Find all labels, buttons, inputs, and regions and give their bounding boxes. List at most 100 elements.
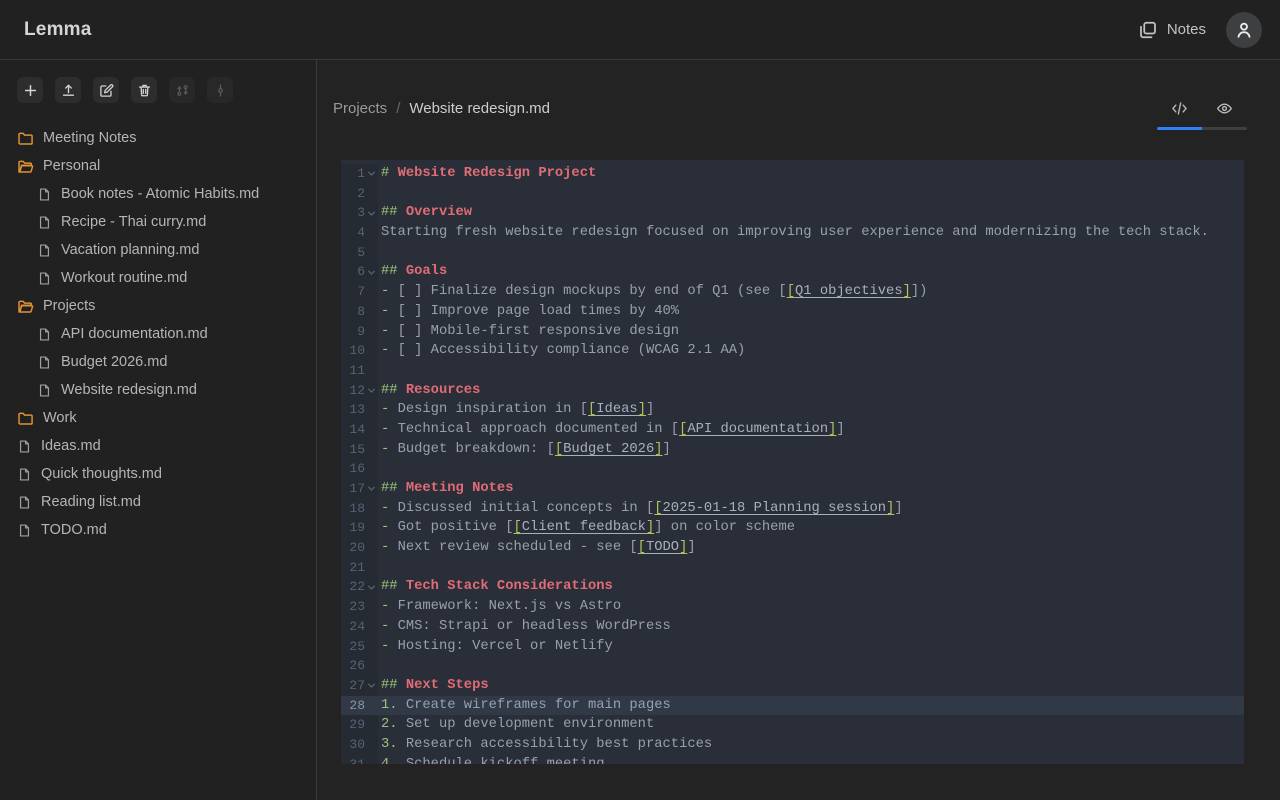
fold-spacer	[365, 302, 378, 322]
upload-button[interactable]	[55, 77, 81, 103]
editor-line-2[interactable]: 2	[341, 184, 1244, 204]
git-commit-icon	[213, 83, 228, 98]
editor-line-18[interactable]: 18- Discussed initial concepts in [[2025…	[341, 499, 1244, 519]
editor-line-11[interactable]: 11	[341, 361, 1244, 381]
fold-chevron-icon[interactable]	[365, 203, 378, 223]
gutter: 23	[341, 597, 378, 617]
editor-line-6[interactable]: 6## Goals	[341, 262, 1244, 282]
editor-line-12[interactable]: 12## Resources	[341, 381, 1244, 401]
tree-file-api-documentation-md[interactable]: API documentation.md	[0, 320, 316, 348]
preview-view-tab[interactable]	[1202, 94, 1247, 122]
markdown-editor[interactable]: 1# Website Redesign Project23## Overview…	[341, 160, 1244, 764]
editor-line-31[interactable]: 314. Schedule kickoff meeting	[341, 755, 1244, 764]
editor-line-21[interactable]: 21	[341, 558, 1244, 578]
code-view-tab[interactable]	[1157, 94, 1202, 122]
gutter: 27	[341, 676, 378, 696]
fold-spacer	[365, 735, 378, 755]
git-compare-button[interactable]	[169, 77, 195, 103]
editor-line-13[interactable]: 13- Design inspiration in [[Ideas]]	[341, 400, 1244, 420]
tree-folder-projects[interactable]: Projects	[0, 292, 316, 320]
editor-line-7[interactable]: 7- [ ] Finalize design mockups by end of…	[341, 282, 1244, 302]
editor-line-17[interactable]: 17## Meeting Notes	[341, 479, 1244, 499]
fold-chevron-icon[interactable]	[365, 577, 378, 597]
editor-line-26[interactable]: 26	[341, 656, 1244, 676]
tree-file-todo-md[interactable]: TODO.md	[0, 516, 316, 544]
edit-button[interactable]	[93, 77, 119, 103]
editor-line-19[interactable]: 19- Got positive [[Client feedback]] on …	[341, 518, 1244, 538]
tree-item-label: Recipe - Thai curry.md	[61, 214, 206, 230]
editor-line-25[interactable]: 25- Hosting: Vercel or Netlify	[341, 637, 1244, 657]
tree-file-vacation-planning-md[interactable]: Vacation planning.md	[0, 236, 316, 264]
fold-spacer	[365, 696, 378, 716]
tree-folder-personal[interactable]: Personal	[0, 152, 316, 180]
breadcrumb-separator: /	[396, 100, 400, 117]
tree-file-budget-2026-md[interactable]: Budget 2026.md	[0, 348, 316, 376]
editor-line-10[interactable]: 10- [ ] Accessibility compliance (WCAG 2…	[341, 341, 1244, 361]
gutter: 7	[341, 282, 378, 302]
gutter: 13	[341, 400, 378, 420]
tree-item-label: Quick thoughts.md	[41, 466, 162, 482]
editor-line-16[interactable]: 16	[341, 459, 1244, 479]
code-text: ## Next Steps	[378, 676, 489, 696]
editor-line-5[interactable]: 5	[341, 243, 1244, 263]
editor-line-20[interactable]: 20- Next review scheduled - see [[TODO]]	[341, 538, 1244, 558]
editor-line-14[interactable]: 14- Technical approach documented in [[A…	[341, 420, 1244, 440]
line-number: 25	[341, 637, 365, 657]
git-commit-button[interactable]	[207, 77, 233, 103]
file-icon	[17, 439, 32, 454]
code-text: - Budget breakdown: [[Budget 2026]]	[378, 440, 671, 460]
editor-line-29[interactable]: 292. Set up development environment	[341, 715, 1244, 735]
editor-line-24[interactable]: 24- CMS: Strapi or headless WordPress	[341, 617, 1244, 637]
trash-icon	[137, 83, 152, 98]
tree-item-label: TODO.md	[41, 522, 107, 538]
fold-spacer	[365, 420, 378, 440]
tree-item-label: Work	[43, 410, 77, 426]
editor-line-8[interactable]: 8- [ ] Improve page load times by 40%	[341, 302, 1244, 322]
file-icon	[17, 523, 32, 538]
editor-line-28[interactable]: 281. Create wireframes for main pages	[341, 696, 1244, 716]
breadcrumb-parent[interactable]: Projects	[333, 100, 387, 117]
new-note-button[interactable]	[17, 77, 43, 103]
notes-button[interactable]: Notes	[1138, 20, 1206, 40]
fold-chevron-icon[interactable]	[365, 164, 378, 184]
fold-chevron-icon[interactable]	[365, 479, 378, 499]
tree-file-recipe-thai-curry-md[interactable]: Recipe - Thai curry.md	[0, 208, 316, 236]
code-text: - Technical approach documented in [[API…	[378, 420, 845, 440]
gutter: 20	[341, 538, 378, 558]
fold-spacer	[365, 282, 378, 302]
fold-spacer	[365, 243, 378, 263]
gutter: 10	[341, 341, 378, 361]
breadcrumb: Projects / Website redesign.md	[333, 100, 550, 117]
tree-file-book-notes-atomic-habits-md[interactable]: Book notes - Atomic Habits.md	[0, 180, 316, 208]
editor-line-1[interactable]: 1# Website Redesign Project	[341, 164, 1244, 184]
user-avatar[interactable]	[1226, 12, 1262, 48]
tree-file-workout-routine-md[interactable]: Workout routine.md	[0, 264, 316, 292]
tree-file-website-redesign-md[interactable]: Website redesign.md	[0, 376, 316, 404]
editor-line-15[interactable]: 15- Budget breakdown: [[Budget 2026]]	[341, 440, 1244, 460]
tree-folder-meeting-notes[interactable]: Meeting Notes	[0, 124, 316, 152]
tree-file-quick-thoughts-md[interactable]: Quick thoughts.md	[0, 460, 316, 488]
tree-file-ideas-md[interactable]: Ideas.md	[0, 432, 316, 460]
editor-line-3[interactable]: 3## Overview	[341, 203, 1244, 223]
line-number: 23	[341, 597, 365, 617]
file-icon	[17, 467, 32, 482]
fold-chevron-icon[interactable]	[365, 262, 378, 282]
editor-line-9[interactable]: 9- [ ] Mobile-first responsive design	[341, 322, 1244, 342]
tree-folder-work[interactable]: Work	[0, 404, 316, 432]
editor-line-4[interactable]: 4Starting fresh website redesign focused…	[341, 223, 1244, 243]
tree-file-reading-list-md[interactable]: Reading list.md	[0, 488, 316, 516]
code-text: 4. Schedule kickoff meeting	[378, 755, 605, 764]
editor-line-23[interactable]: 23- Framework: Next.js vs Astro	[341, 597, 1244, 617]
line-number: 16	[341, 459, 365, 479]
gutter: 30	[341, 735, 378, 755]
fold-chevron-icon[interactable]	[365, 381, 378, 401]
fold-chevron-icon[interactable]	[365, 676, 378, 696]
fold-spacer	[365, 617, 378, 637]
editor-line-30[interactable]: 303. Research accessibility best practic…	[341, 735, 1244, 755]
editor-line-22[interactable]: 22## Tech Stack Considerations	[341, 577, 1244, 597]
notes-button-label: Notes	[1167, 21, 1206, 38]
editor-line-27[interactable]: 27## Next Steps	[341, 676, 1244, 696]
code-text: - [ ] Improve page load times by 40%	[378, 302, 679, 322]
delete-button[interactable]	[131, 77, 157, 103]
fold-spacer	[365, 361, 378, 381]
